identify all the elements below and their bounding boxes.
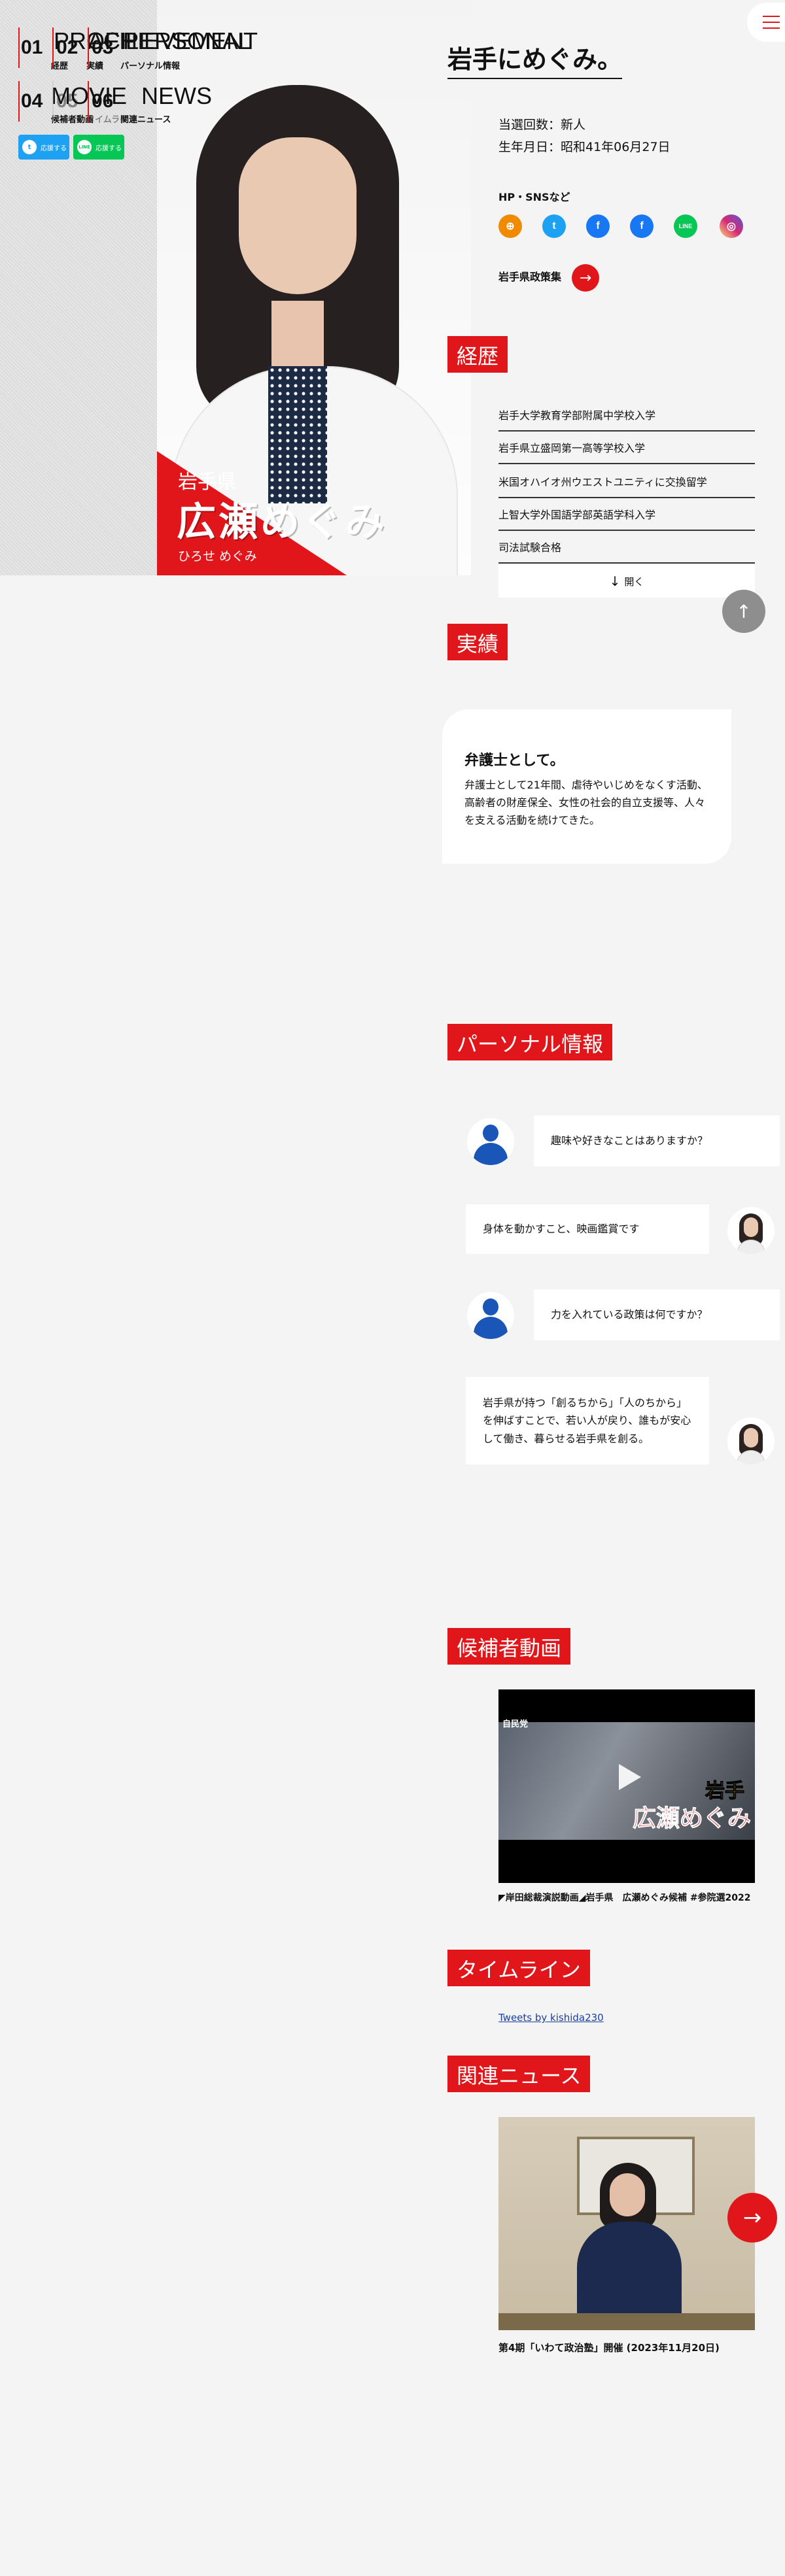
globe-icon[interactable]: ⊕ xyxy=(498,214,522,238)
news-heading: 関連ニュース xyxy=(447,2056,591,2092)
career-item: 司法試験合格 xyxy=(498,531,755,564)
scroll-to-top-button[interactable]: ↑ xyxy=(722,590,765,633)
hero-name: 広瀬めぐみ xyxy=(177,500,387,545)
nav-number: 02 xyxy=(56,37,78,58)
movie-heading: 候補者動画 xyxy=(447,1628,571,1665)
nav-number: 03 xyxy=(92,37,114,58)
news-image[interactable] xyxy=(498,2117,755,2330)
policy-link[interactable]: 岩手県政策集 xyxy=(498,268,561,284)
line-icon: LINE xyxy=(77,140,92,154)
career-item: 岩手大学教育学部附属中学校入学 xyxy=(498,399,755,432)
achievement-text: 弁護士として21年間、虐待やいじめをなくす活動、高齢者の財産保全、女性の社会的自… xyxy=(464,779,708,827)
page-title: 岩手にめぐみ。 xyxy=(447,39,623,79)
video-caption[interactable]: ◤岸田総裁演説動画◢岩手県 広瀬めぐみ候補 #参院選2022 xyxy=(498,1891,760,1907)
question-bubble: 力を入れている政策は何ですか？ xyxy=(534,1289,780,1340)
candidate-avatar xyxy=(727,1417,775,1465)
news-next-button[interactable]: → xyxy=(727,2193,777,2243)
hamburger-line xyxy=(763,22,780,23)
achievement-card: 弁護士として。 弁護士として21年間、虐待やいじめをなくす活動、高齢者の財産保全… xyxy=(442,709,731,864)
birthday: 生年月日：昭和41年06月27日 xyxy=(498,140,671,154)
achievement-title: 弁護士として。 xyxy=(464,753,565,769)
answer-bubble: 岩手県が持つ「創るちから」「人のちから」を伸ばすことで、若い人が戻り、誰もが安心… xyxy=(466,1377,709,1465)
hamburger-line xyxy=(763,27,780,29)
question-bubble: 趣味や好きなことはありますか？ xyxy=(534,1115,780,1166)
user-avatar-icon xyxy=(467,1292,514,1339)
video-tag: 自民党 xyxy=(502,1720,529,1729)
nav-label-en: NEWS xyxy=(141,82,212,109)
arrow-right-icon[interactable]: → xyxy=(572,264,599,292)
career-heading: 経歴 xyxy=(447,336,508,373)
personal-heading: パーソナル情報 xyxy=(447,1024,613,1060)
video-overlay-name: 広瀬めぐみ xyxy=(632,1805,751,1833)
menu-button[interactable] xyxy=(747,3,785,42)
nav-number: 06 xyxy=(92,90,114,112)
nav-item-achievement[interactable]: 02 ACHIEVEMENT 実績 xyxy=(52,27,258,71)
twitter-icon: t xyxy=(22,140,37,154)
timeline-heading: タイムライン xyxy=(447,1950,590,1986)
facebook-icon[interactable]: f xyxy=(586,214,610,238)
sns-heading: HP・SNSなど xyxy=(498,191,570,203)
nav-item-movie[interactable]: 04 MOVIE 候補者動画 xyxy=(18,81,127,125)
hero-kana: ひろせ めぐみ xyxy=(178,549,257,564)
nav-number: 05 xyxy=(56,90,78,112)
career-item: 岩手県立盛岡第一高等学校入学 xyxy=(498,432,755,464)
twitter-icon[interactable]: t xyxy=(542,214,566,238)
nav-label-jp: 関連ニュース xyxy=(120,115,171,125)
nav-number: 04 xyxy=(21,90,43,112)
share-label: 応援する xyxy=(41,144,67,152)
share-label: 応援する xyxy=(96,144,122,152)
career-item: 上智大学外国語学部英語学科入学 xyxy=(498,498,755,531)
candidate-video-thumbnail[interactable]: 自民党 岩手 広瀬めぐみ xyxy=(498,1689,755,1883)
user-avatar-icon xyxy=(467,1118,514,1165)
twitter-timeline-link[interactable]: Tweets by kishida230 xyxy=(498,2012,604,2024)
expand-career-button[interactable]: ↓ 開く xyxy=(498,565,755,598)
line-icon[interactable]: LINE xyxy=(674,214,697,238)
play-icon[interactable] xyxy=(607,1757,646,1797)
line-support-button[interactable]: LINE 応援する xyxy=(73,135,124,160)
candidate-avatar xyxy=(727,1207,775,1254)
expand-label: 開く xyxy=(624,575,644,588)
nav-item-timeline[interactable]: 05 タイムライン xyxy=(52,81,137,125)
nav-item-personal[interactable]: 03 PERSONAL パーソナル情報 xyxy=(88,27,251,71)
news-caption[interactable]: 第4期「いわて政治塾」開催 (2023年11月20日) xyxy=(498,2341,720,2354)
nav-number: 01 xyxy=(21,37,43,58)
election-count: 当選回数：新人 xyxy=(498,118,586,132)
answer-bubble: 身体を動かすこと、映画鑑賞です xyxy=(466,1204,709,1254)
arrow-down-icon: ↓ xyxy=(609,573,621,589)
nav-item-profile[interactable]: 01 PROFILE 経歴 xyxy=(18,27,154,71)
hamburger-line xyxy=(763,16,780,17)
twitter-support-button[interactable]: t 応援する xyxy=(18,135,69,160)
nav-item-news[interactable]: 06 NEWS 関連ニュース xyxy=(88,81,212,125)
nav-label-jp: パーソナル情報 xyxy=(120,61,181,71)
nav-label-en: PERSONAL xyxy=(123,27,252,54)
instagram-icon[interactable]: ◎ xyxy=(720,214,743,238)
facebook-icon[interactable]: f xyxy=(630,214,654,238)
career-item: 米国オハイオ州ウエストユニティに交換留学 xyxy=(498,466,755,498)
achievement-heading: 実績 xyxy=(447,624,508,660)
